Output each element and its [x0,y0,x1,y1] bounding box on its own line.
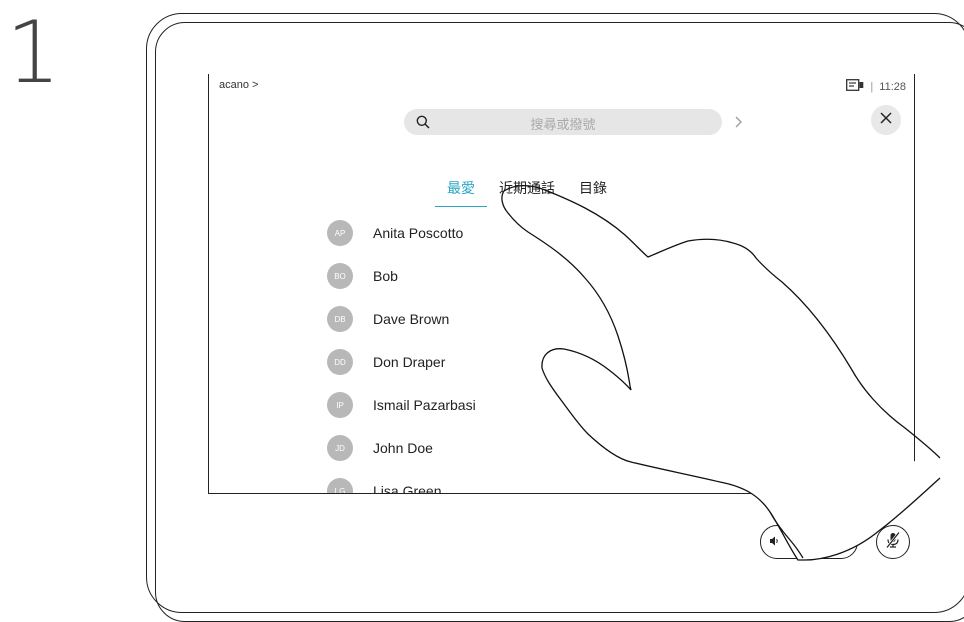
mute-button[interactable] [876,525,910,559]
clock: 11:28 [879,80,906,93]
avatar: DD [327,349,353,375]
search-input[interactable]: 搜尋或撥號 [404,109,722,135]
contact-name: Anita Poscotto [373,225,464,241]
step-number: 1 [6,3,61,103]
volume-down-icon[interactable] [766,533,782,549]
tab-bar: 最愛 近期通話 目錄 [435,178,619,207]
mic-mute-icon [883,530,903,555]
touch-screen: acano > | 11:28 搜尋或撥號 最愛 近期通話 目錄 AP Anit… [208,74,915,494]
list-item[interactable]: JD John Doe [327,434,433,462]
list-item[interactable]: IP Ismail Pazarbasi [327,391,476,419]
avatar: AP [327,220,353,246]
avatar: JD [327,435,353,461]
status-separator: | [870,80,874,93]
search-placeholder: 搜尋或撥號 [530,117,596,132]
contact-name: Lisa Green [373,483,442,494]
avatar: LG [327,478,353,493]
volume-up-icon[interactable] [834,533,850,549]
status-area: | 11:28 [846,79,906,94]
contact-name: Bob [373,268,398,284]
contact-name: Ismail Pazarbasi [373,397,476,413]
list-item[interactable]: DD Don Draper [327,348,445,376]
list-item[interactable]: LG Lisa Green [327,477,442,494]
contact-name: Dave Brown [373,311,450,327]
list-item[interactable]: DB Dave Brown [327,305,449,333]
contact-name: John Doe [373,440,433,456]
avatar: BO [327,263,353,289]
close-button[interactable] [871,105,901,135]
avatar: DB [327,306,353,332]
tab-recents[interactable]: 近期通話 [487,178,567,207]
avatar: IP [327,392,353,418]
tab-directory[interactable]: 目錄 [567,178,619,207]
list-item[interactable]: BO Bob [327,262,398,290]
camera-icon [846,79,864,94]
tab-favorites[interactable]: 最愛 [435,178,487,207]
breadcrumb[interactable]: acano > [219,79,258,91]
list-item[interactable]: AP Anita Poscotto [327,219,463,247]
chevron-right-icon[interactable] [731,112,747,132]
contact-name: Don Draper [373,354,446,370]
close-icon [880,111,892,129]
